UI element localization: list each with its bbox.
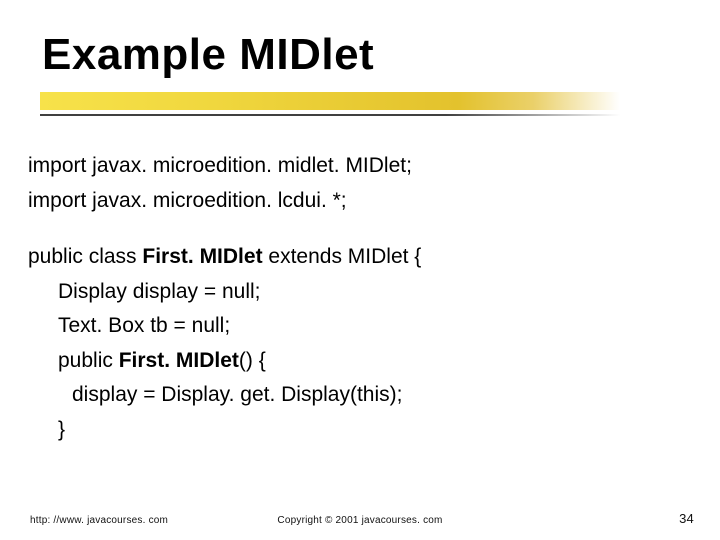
code-line-5: Text. Box tb = null; [28,310,688,343]
code-line-3: public class First. MIDlet extends MIDle… [28,241,688,274]
underline-gradient [40,92,620,110]
code-line-6-bold: First. MIDlet [119,349,239,372]
footer-copyright: Copyright © 2001 javacourses. com [0,515,720,526]
slide: Example MIDlet import javax. microeditio… [0,0,720,540]
slide-title: Example MIDlet [42,30,374,80]
code-line-6-pre: public [58,349,119,372]
code-line-6: public First. MIDlet() { [28,345,688,378]
slide-body: import javax. microedition. midlet. MIDl… [28,150,688,448]
code-line-6-post: () { [239,349,266,372]
code-line-3-bold: First. MIDlet [142,245,262,268]
code-line-3-post: extends MIDlet { [263,245,422,268]
title-underline [40,92,620,116]
code-line-8: } [28,414,688,447]
code-line-4: Display display = null; [28,276,688,309]
code-line-7: display = Display. get. Display(this); [28,379,688,412]
underline-rule [40,114,620,116]
footer-page-number: 34 [679,511,694,526]
blank-line [28,219,688,241]
code-line-1: import javax. microedition. midlet. MIDl… [28,150,688,183]
code-line-2: import javax. microedition. lcdui. *; [28,185,688,218]
code-line-3-pre: public class [28,245,142,268]
